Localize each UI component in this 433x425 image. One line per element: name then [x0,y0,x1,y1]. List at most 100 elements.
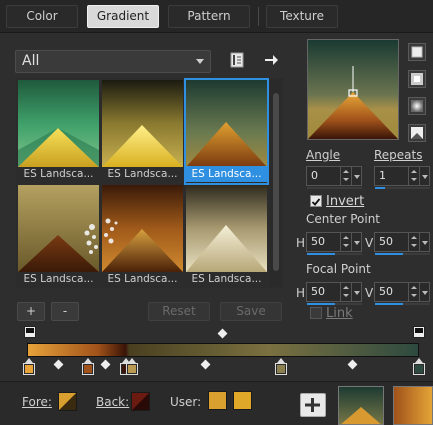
gallery-item-selected[interactable]: ES Landsca... [184,78,269,185]
center-h-spinner[interactable] [340,233,351,251]
center-v-field[interactable]: 50 [374,232,420,252]
recent-gradient-swatch[interactable] [338,386,384,425]
focal-v-dropdown[interactable] [419,282,430,302]
color-stop[interactable] [275,358,287,375]
user-swatch-1[interactable] [208,391,227,410]
focal-point-label: Focal Point [306,262,371,276]
focal-h-label: H [296,286,306,300]
scrollbar-thumb[interactable] [273,93,279,271]
center-v-value: 50 [379,235,393,248]
gallery-item[interactable]: ES Landsca... [18,185,99,288]
tab-gradient[interactable]: Gradient [87,5,159,28]
angle-spinner[interactable] [340,167,351,185]
save-button[interactable]: Save [220,302,282,321]
focal-v-value: 50 [379,285,393,298]
tab-pattern[interactable]: Pattern [168,5,250,28]
gallery-scrollbar[interactable] [270,79,282,287]
center-v-slider[interactable] [375,253,430,255]
repeats-slider[interactable] [375,187,430,189]
angle-dropdown[interactable] [351,166,362,186]
focal-h-dropdown[interactable] [351,282,362,302]
repeats-value: 1 [379,169,386,182]
gradient-thumbnail [186,80,267,167]
gallery-item-caption: ES Landsca... [186,166,267,182]
user-swatch-2[interactable] [233,391,252,410]
opacity-stop-left[interactable] [24,326,36,338]
gradient-bar[interactable] [27,343,419,357]
angle-label: Angle [306,148,340,162]
gradient-thumbnail [102,80,183,167]
category-dropdown[interactable]: All [15,50,211,73]
gallery-item[interactable]: ES Landsca... [18,80,99,183]
repeats-dropdown[interactable] [419,166,430,186]
color-midpoint[interactable] [200,359,211,370]
repeats-field[interactable]: 1 [374,166,420,186]
link-label-text: Link [326,306,353,321]
color-midpoint[interactable] [100,359,111,370]
color-stop[interactable] [126,358,138,375]
focal-v-spinner[interactable] [408,283,419,301]
angle-field[interactable]: 0 [306,166,352,186]
center-v-spinner[interactable] [408,233,419,251]
back-label-text: Back: [96,395,130,409]
focal-h-spinner[interactable] [340,283,351,301]
book-save-icon[interactable] [228,51,246,69]
add-swatch-button[interactable] [300,393,326,417]
user-label: User: [170,395,202,409]
style-radial-button[interactable] [408,97,426,115]
invert-label-text: Invert [326,194,365,209]
style-linear-button[interactable] [408,43,426,61]
center-h-slider[interactable] [307,253,362,255]
opacity-stop-right[interactable] [413,326,425,338]
back-swatch[interactable] [131,392,150,411]
color-stop[interactable] [23,358,35,375]
gradient-thumbnail [18,185,99,272]
arrow-right-icon[interactable] [262,51,280,69]
color-stop[interactable] [82,358,94,375]
center-v-dropdown[interactable] [419,232,430,252]
back-label: Back: [96,395,129,409]
category-dropdown-value: All [22,53,40,69]
focal-h-field[interactable]: 50 [306,282,352,302]
focal-v-slider[interactable] [375,303,430,305]
invert-label: Invert [326,194,364,209]
color-midpoint[interactable] [53,359,64,370]
angle-value: 0 [311,169,318,182]
link-checkbox[interactable] [310,307,322,319]
remove-gradient-button[interactable]: - [51,302,79,321]
focal-v-field[interactable]: 50 [374,282,420,302]
center-h-dropdown[interactable] [351,232,362,252]
center-h-label: H [296,236,306,250]
center-v-label: V [365,236,374,250]
gallery-item[interactable]: ES Landsca... [102,80,183,183]
gallery-item-caption: ES Landsca... [23,273,94,285]
invert-checkbox[interactable] [310,195,322,207]
add-gradient-button[interactable]: + [17,302,45,321]
recent-gradient-swatch[interactable] [393,386,433,425]
focal-h-value: 50 [311,285,325,298]
gallery-item[interactable]: ES Landsca... [186,185,267,288]
tab-bar: Color Gradient Pattern Texture [0,0,433,33]
repeats-spinner[interactable] [408,167,419,185]
fore-swatch[interactable] [58,392,77,411]
reset-button[interactable]: Reset [148,302,210,321]
checkmark-icon [311,198,321,206]
color-midpoint[interactable] [347,359,358,370]
gradient-thumbnail [186,185,267,272]
style-rectangular-button[interactable] [408,70,426,88]
link-label: Link [326,306,353,321]
repeats-label: Repeats [374,148,423,162]
chevron-down-icon [196,59,204,64]
tab-texture[interactable]: Texture [266,5,338,28]
tab-color[interactable]: Color [6,5,78,28]
gradient-preview[interactable] [307,39,399,140]
fore-label-text: Fore: [22,395,52,409]
style-sunburst-button[interactable] [408,124,426,142]
angle-slider[interactable] [307,187,362,189]
color-stop[interactable] [413,358,425,375]
opacity-midpoint[interactable] [217,328,228,339]
plus-icon [305,398,320,412]
gallery-item[interactable]: ES Landsca... [102,185,183,288]
focal-h-slider[interactable] [307,303,362,305]
center-h-field[interactable]: 50 [306,232,352,252]
